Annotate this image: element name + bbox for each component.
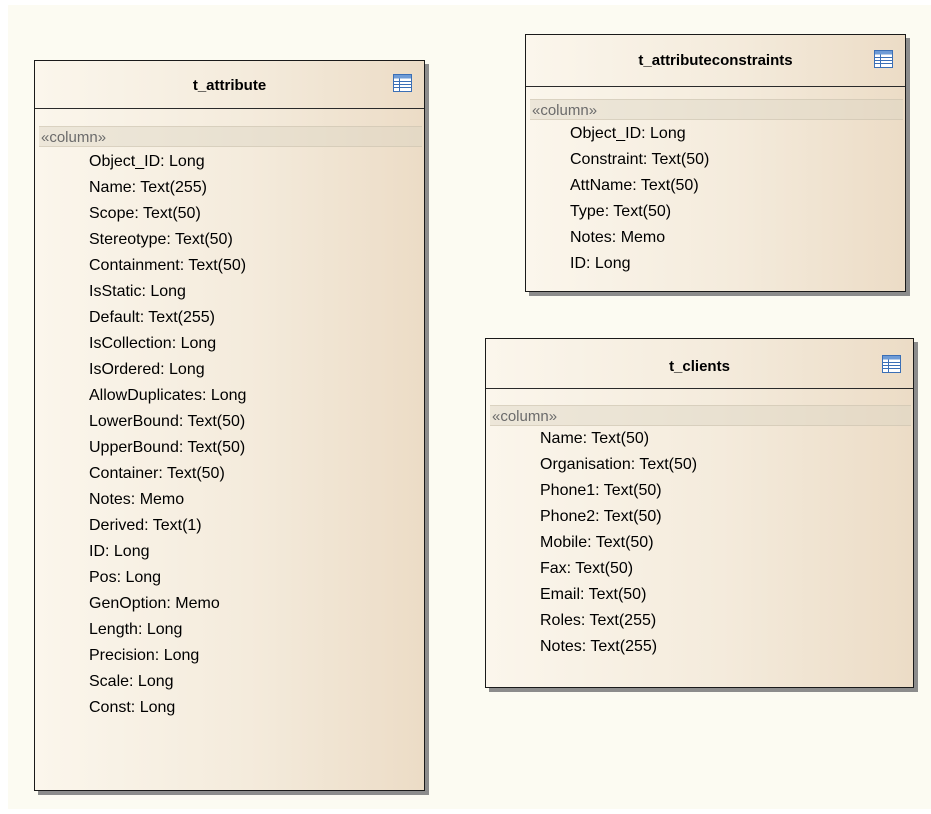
- column-item[interactable]: Type: Text(50): [570, 199, 905, 225]
- column-item[interactable]: Default: Text(255): [89, 305, 424, 331]
- column-item[interactable]: IsOrdered: Long: [89, 357, 424, 383]
- column-item[interactable]: Object_ID: Long: [89, 149, 424, 175]
- column-item[interactable]: Container: Text(50): [89, 461, 424, 487]
- stereotype-band: «column»: [490, 405, 911, 426]
- column-item[interactable]: Phone2: Text(50): [540, 504, 913, 530]
- column-item[interactable]: AllowDuplicates: Long: [89, 383, 424, 409]
- column-item[interactable]: Constraint: Text(50): [570, 147, 905, 173]
- column-list: Object_ID: Long Constraint: Text(50) Att…: [526, 121, 905, 277]
- column-item[interactable]: Derived: Text(1): [89, 513, 424, 539]
- column-item[interactable]: Precision: Long: [89, 643, 424, 669]
- column-item[interactable]: Fax: Text(50): [540, 556, 913, 582]
- column-item[interactable]: Mobile: Text(50): [540, 530, 913, 556]
- column-item[interactable]: Organisation: Text(50): [540, 452, 913, 478]
- column-list: Object_ID: Long Name: Text(255) Scope: T…: [35, 149, 424, 721]
- column-item[interactable]: Notes: Memo: [89, 487, 424, 513]
- column-item[interactable]: IsStatic: Long: [89, 279, 424, 305]
- column-item[interactable]: UpperBound: Text(50): [89, 435, 424, 461]
- table-title: t_clients: [669, 358, 730, 375]
- column-item[interactable]: Containment: Text(50): [89, 253, 424, 279]
- stereotype-label: «column»: [532, 102, 598, 119]
- column-item[interactable]: Email: Text(50): [540, 582, 913, 608]
- stereotype-label: «column»: [41, 129, 107, 146]
- stereotype-band: «column»: [39, 126, 422, 147]
- table-header: t_attributeconstraints: [526, 35, 905, 87]
- diagram-canvas: t_attribute «column» Object_ID: Long Nam…: [8, 5, 931, 809]
- column-item[interactable]: ID: Long: [570, 251, 905, 277]
- column-item[interactable]: Phone1: Text(50): [540, 478, 913, 504]
- table-t-attributeconstraints[interactable]: t_attributeconstraints «column» Object_I…: [525, 34, 906, 292]
- column-item[interactable]: Name: Text(50): [540, 426, 913, 452]
- table-t-attribute[interactable]: t_attribute «column» Object_ID: Long Nam…: [34, 60, 425, 791]
- table-t-clients[interactable]: t_clients «column» Name: Text(50) Organi…: [485, 338, 914, 688]
- table-title: t_attribute: [192, 77, 267, 94]
- column-item[interactable]: IsCollection: Long: [89, 331, 424, 357]
- column-item[interactable]: Object_ID: Long: [570, 121, 905, 147]
- table-icon: [393, 74, 412, 92]
- table-header: t_attribute: [35, 61, 424, 109]
- table-title: t_attributeconstraints: [638, 52, 793, 69]
- table-icon: [882, 355, 901, 373]
- column-item[interactable]: Roles: Text(255): [540, 608, 913, 634]
- column-item[interactable]: Notes: Memo: [570, 225, 905, 251]
- column-item[interactable]: Length: Long: [89, 617, 424, 643]
- column-item[interactable]: Notes: Text(255): [540, 634, 913, 660]
- column-item[interactable]: Const: Long: [89, 695, 424, 721]
- column-item[interactable]: LowerBound: Text(50): [89, 409, 424, 435]
- column-item[interactable]: Pos: Long: [89, 565, 424, 591]
- stereotype-band: «column»: [530, 99, 903, 120]
- table-icon: [874, 50, 893, 68]
- column-item[interactable]: GenOption: Memo: [89, 591, 424, 617]
- column-item[interactable]: Scale: Long: [89, 669, 424, 695]
- stereotype-label: «column»: [492, 408, 558, 425]
- column-list: Name: Text(50) Organisation: Text(50) Ph…: [486, 426, 913, 660]
- column-item[interactable]: Stereotype: Text(50): [89, 227, 424, 253]
- table-header: t_clients: [486, 339, 913, 389]
- column-item[interactable]: ID: Long: [89, 539, 424, 565]
- column-item[interactable]: Scope: Text(50): [89, 201, 424, 227]
- column-item[interactable]: AttName: Text(50): [570, 173, 905, 199]
- column-item[interactable]: Name: Text(255): [89, 175, 424, 201]
